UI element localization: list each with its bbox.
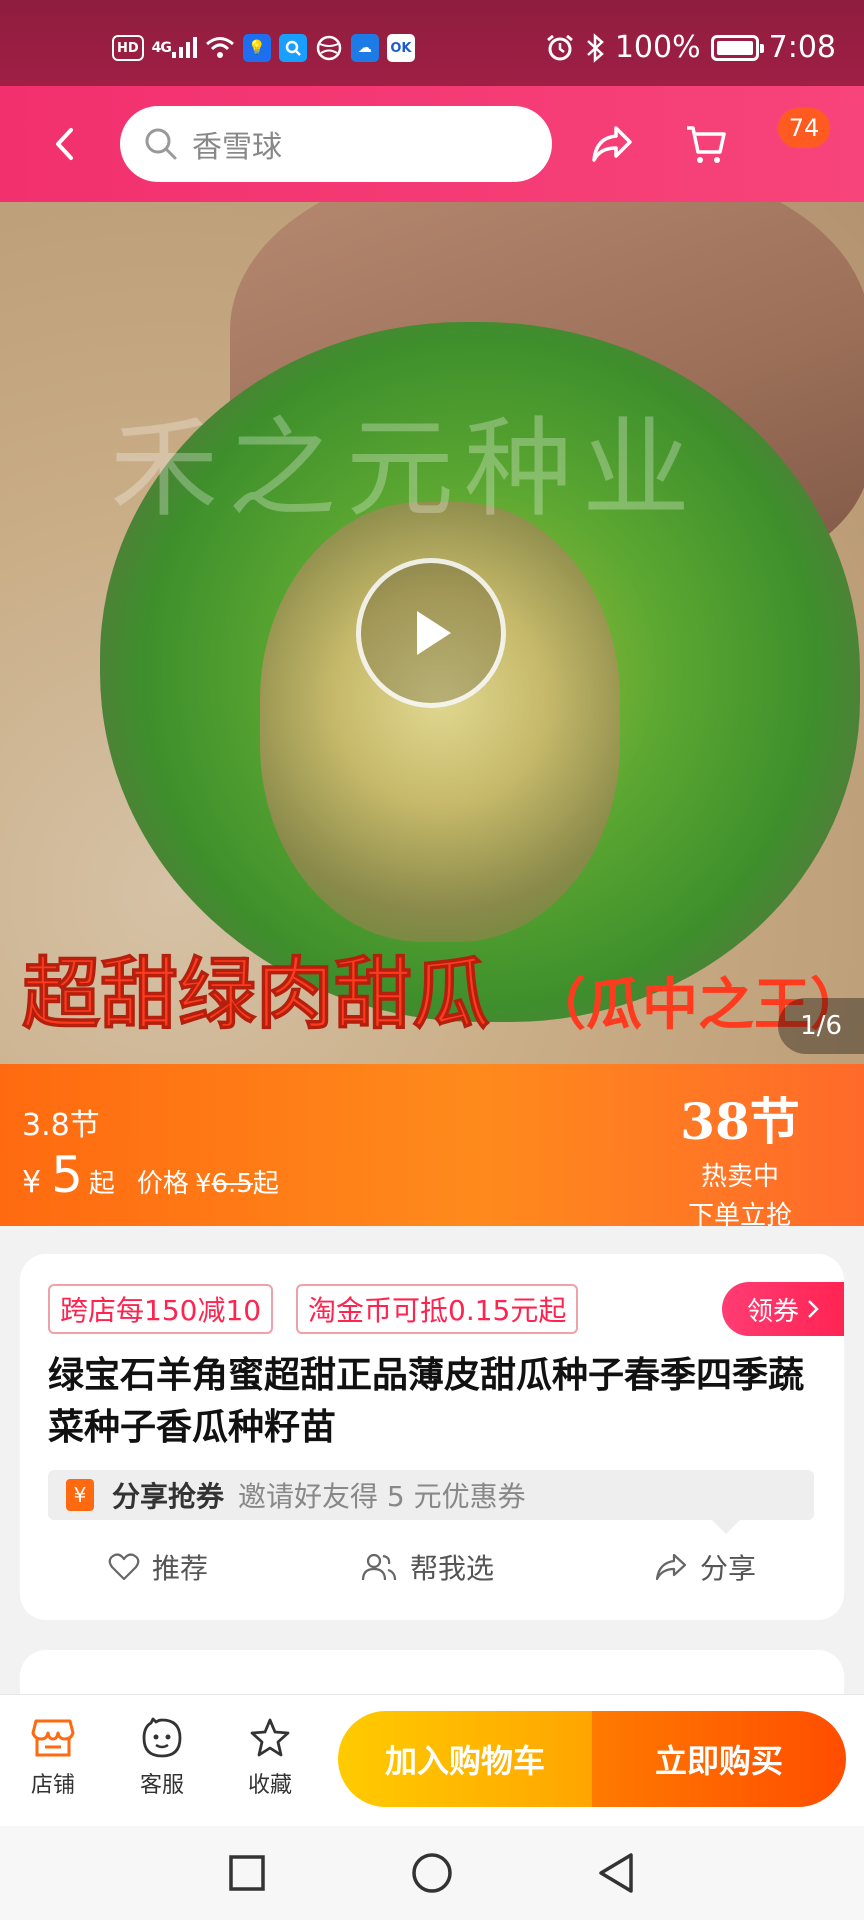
current-price: 5: [51, 1146, 83, 1204]
promo-event-status: 热卖中: [700, 1162, 779, 1192]
bluetooth-icon: [586, 32, 604, 63]
battery-percent: 100%: [614, 30, 701, 65]
search-placeholder: 香雪球: [192, 130, 282, 165]
original-price-label: 价格: [136, 1169, 189, 1199]
ok-app-icon: OK: [386, 34, 415, 62]
system-back-button[interactable]: [590, 1846, 644, 1900]
heart-icon: [108, 1553, 140, 1581]
chat-face-icon: [142, 1717, 182, 1758]
alarm-icon: [546, 34, 573, 60]
store-button[interactable]: 店铺: [8, 1717, 98, 1799]
share-coupon-bar[interactable]: ¥ 分享抢券 邀请好友得 5 元优惠券: [48, 1470, 814, 1534]
recents-button[interactable]: [220, 1846, 274, 1900]
bulb-icon: 💡: [242, 34, 271, 62]
ball-icon: [315, 34, 343, 62]
coin-tag[interactable]: 淘金币可抵0.15元起: [296, 1284, 579, 1334]
favorite-label: 收藏: [247, 1773, 292, 1798]
recommend-label: 推荐: [152, 1552, 209, 1585]
help-me-choose-button[interactable]: 帮我选: [360, 1532, 494, 1602]
action-row: 推荐 帮我选 分享: [20, 1532, 844, 1602]
search-input[interactable]: 香雪球: [120, 106, 552, 182]
back-button[interactable]: [36, 114, 92, 174]
cart-button[interactable]: [676, 112, 736, 176]
product-image-carousel[interactable]: 禾之元种业 超甜绿肉甜瓜 （瓜中之王） 1/6: [0, 202, 864, 1064]
battery-fill: [716, 40, 753, 55]
status-bar: HD 4G 💡 ☁ OK 100% 7:08: [0, 0, 864, 86]
hd-indicator: HD: [112, 35, 144, 61]
promo-label: 3.8节: [22, 1108, 100, 1143]
promo-event-cta: 下单立抢: [687, 1201, 792, 1231]
status-left-icons: HD 4G 💡 ☁ OK: [112, 34, 415, 62]
battery-icon: [710, 34, 764, 61]
triangle-back-icon: [599, 1853, 633, 1893]
product-title: 绿宝石羊角蜜超甜正品薄皮甜瓜种子春季四季蔬菜种子香瓜种籽苗: [48, 1355, 805, 1448]
play-video-button[interactable]: [356, 558, 506, 708]
price-banner: 3.8节 ¥ 5 起 价格 ¥ 6.5 起 38节 热卖中 下单立抢: [0, 1064, 864, 1231]
search-app-icon: [278, 34, 307, 62]
promo-event: 38节 热卖中 下单立抢: [660, 1082, 820, 1232]
status-right-icons: 100% 7:08: [545, 30, 836, 65]
people-icon: [361, 1553, 397, 1581]
original-price: 6.5: [211, 1169, 253, 1199]
star-icon: [250, 1718, 290, 1757]
cloud-icon: ☁: [350, 34, 379, 62]
clock: 7:08: [768, 30, 836, 65]
home-button[interactable]: [405, 1846, 459, 1900]
discount-tag[interactable]: 跨店每150减10: [48, 1284, 274, 1334]
share-coupon-label: 分享抢券: [112, 1480, 225, 1513]
nav-header: 香雪球 74: [0, 86, 864, 202]
share-coupon-desc: 邀请好友得 5 元优惠券: [238, 1480, 526, 1513]
customer-service-label: 客服: [139, 1773, 184, 1798]
signal-icon: [171, 37, 197, 58]
watermark-text: 禾之元种业: [110, 407, 701, 532]
favorite-button[interactable]: 收藏: [225, 1717, 315, 1799]
currency-symbol: ¥: [22, 1165, 42, 1200]
original-price-suffix: 起: [252, 1169, 279, 1199]
coupon-ticket-icon: ¥: [66, 1479, 94, 1511]
share-action-label: 分享: [700, 1552, 757, 1585]
share-outline-icon: [655, 1553, 687, 1581]
play-icon: [417, 611, 451, 655]
system-navigation-bar: [0, 1826, 864, 1920]
price-suffix: 起: [88, 1169, 115, 1199]
chevron-right-icon: [808, 1300, 819, 1318]
bottom-action-bar: 店铺 客服 收藏 加入购物车 立即购买: [0, 1694, 864, 1826]
network-indicator: 4G: [152, 34, 197, 62]
chevron-left-icon: [56, 128, 73, 160]
wifi-icon: [205, 37, 234, 58]
buy-now-button[interactable]: 立即购买: [592, 1711, 846, 1807]
customer-service-button[interactable]: 客服: [117, 1717, 207, 1799]
circle-icon: [412, 1853, 452, 1893]
search-icon: [145, 128, 177, 160]
network-label: 4G: [151, 40, 172, 56]
get-coupon-label: 领券: [746, 1296, 799, 1327]
product-info-card: 跨店每150减10 淘金币可抵0.15元起 领券 绿宝石羊角蜜超甜正品薄皮甜瓜种…: [20, 1254, 844, 1620]
store-label: 店铺: [30, 1773, 75, 1798]
share-button[interactable]: [582, 112, 642, 176]
square-icon: [229, 1855, 265, 1891]
share-icon: [592, 126, 632, 162]
cart-icon: [687, 126, 726, 163]
cart-count-badge[interactable]: 74: [776, 106, 832, 150]
recommend-button[interactable]: 推荐: [108, 1532, 208, 1602]
promo-event-title: 38节: [680, 1092, 800, 1151]
get-coupon-button[interactable]: 领券: [722, 1282, 844, 1336]
help-me-choose-label: 帮我选: [410, 1552, 495, 1585]
image-caption: 超甜绿肉甜瓜: [21, 950, 491, 1041]
share-action-button[interactable]: 分享: [654, 1532, 756, 1602]
add-to-cart-button[interactable]: 加入购物车: [338, 1711, 592, 1807]
image-page-indicator: 1/6: [778, 998, 864, 1054]
store-icon: [31, 1719, 75, 1757]
original-currency: ¥: [194, 1169, 212, 1199]
price-row: ¥ 5 起 价格 ¥ 6.5 起: [22, 1146, 279, 1204]
